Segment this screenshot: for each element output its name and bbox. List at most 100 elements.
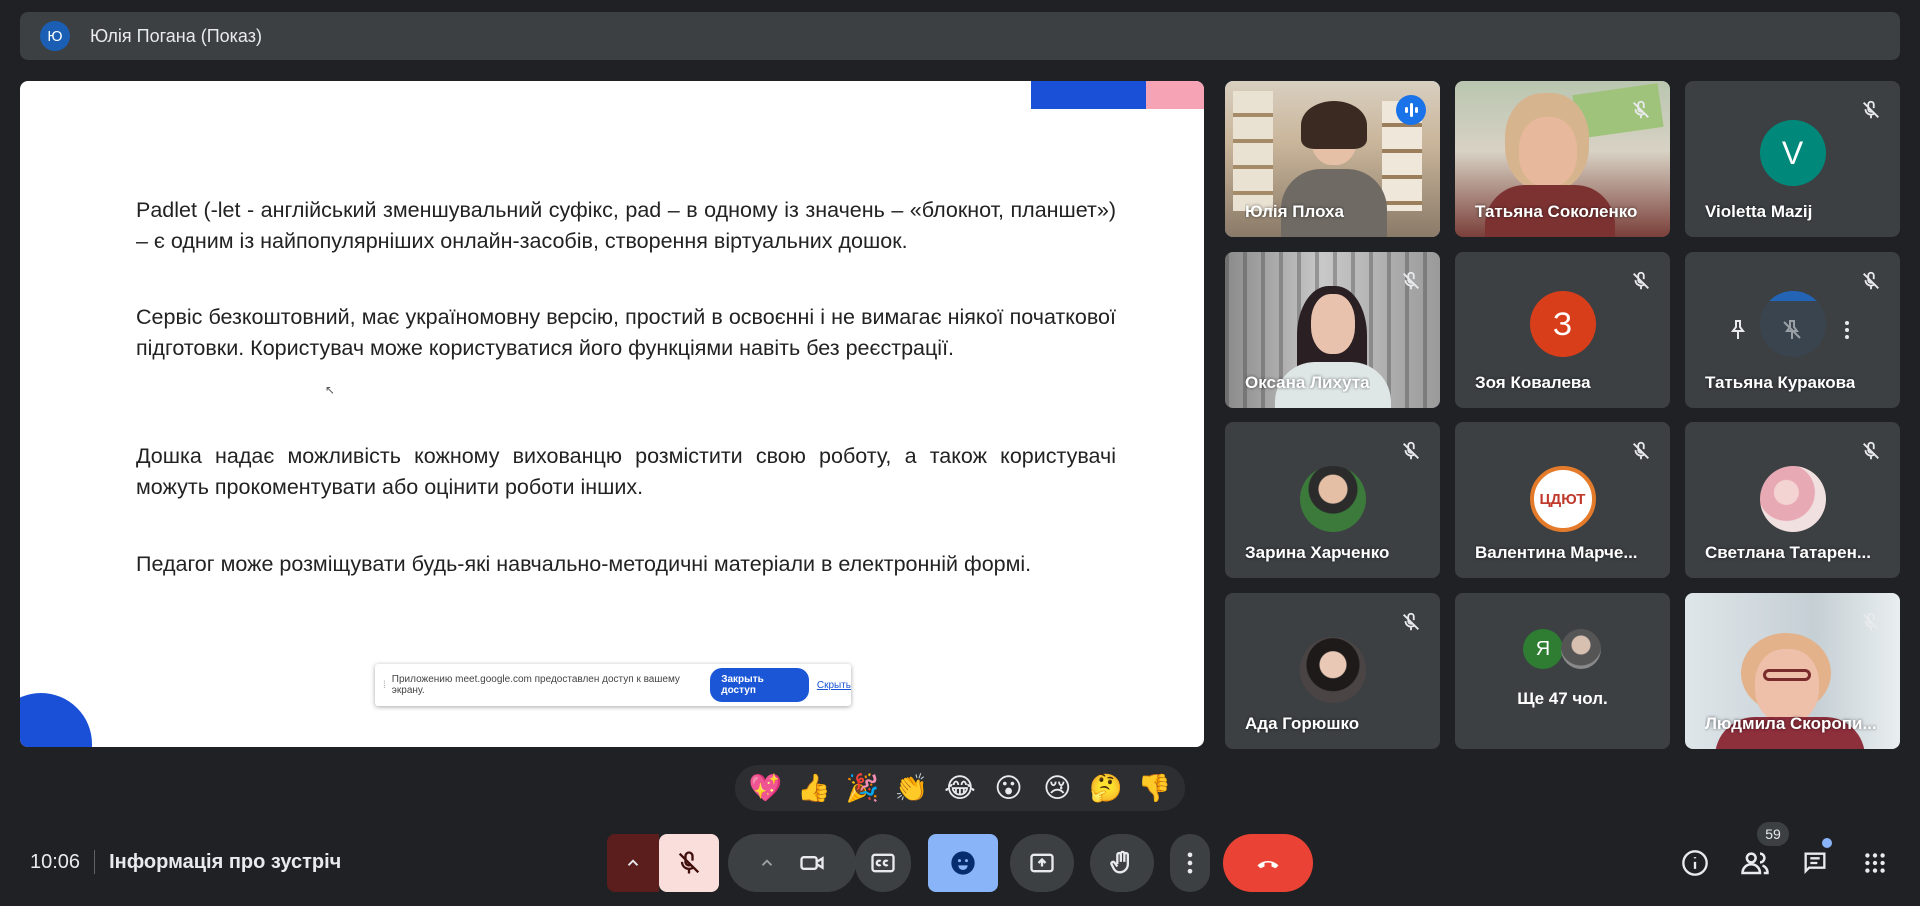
participant-name: Татьяна Куракова [1705, 373, 1856, 392]
reaction-thumbs-down-button[interactable]: 👎 [1135, 772, 1175, 804]
chat-notification-dot [1822, 838, 1832, 848]
more-options-icon[interactable] [1835, 318, 1859, 342]
slide-paragraph: Дошка надає можливість кожному вихованцю… [136, 444, 1116, 499]
chevron-up-icon [627, 859, 639, 866]
divider [94, 850, 96, 874]
speaking-indicator-icon [1396, 95, 1426, 125]
participant-tile[interactable]: Татьяна Куракова [1685, 252, 1900, 408]
slide-decoration-blue [1031, 81, 1146, 109]
camera-control-group [728, 834, 856, 892]
participant-tile[interactable]: Людмила Скоропи... [1685, 593, 1900, 749]
participant-tile[interactable]: Татьяна Соколенко [1455, 81, 1670, 237]
present-screen-button[interactable] [1010, 834, 1074, 892]
mic-off-icon [1863, 100, 1879, 119]
shared-screen: Padlet (-let - англійський зменшувальний… [20, 81, 1204, 747]
participant-tile[interactable]: Зарина Харченко [1225, 422, 1440, 578]
mic-off-icon [1863, 612, 1879, 631]
participant-tile[interactable]: З Зоя Ковалева [1455, 252, 1670, 408]
drag-handle-icon[interactable]: ⁞ [383, 680, 386, 691]
avatar: ЦДЮТ [1529, 466, 1596, 532]
participant-name: Violetta Mazij [1705, 202, 1813, 221]
participant-name: Татьяна Соколенко [1475, 202, 1638, 221]
meeting-footer-info: 10:06 Інформація про зустріч [30, 850, 341, 874]
avatar [1759, 466, 1826, 532]
participant-tile[interactable]: Светлана Татарен... [1685, 422, 1900, 578]
slide-paragraph: Padlet (-let - англійський зменшувальний… [136, 198, 1116, 253]
avatar: V [1759, 120, 1826, 186]
participant-name: Юлія Плоха [1245, 202, 1344, 221]
more-participants-tile[interactable]: Я Ще 47 чол. [1455, 593, 1670, 749]
participant-name: Светлана Татарен... [1705, 543, 1872, 562]
pin-icon[interactable] [1726, 318, 1750, 342]
microphone-toggle-button[interactable] [659, 834, 719, 892]
avatar [1561, 629, 1601, 669]
present-icon [1030, 853, 1054, 873]
mouse-cursor-icon: ↖ [325, 383, 336, 397]
stop-sharing-button[interactable]: Закрыть доступ [710, 668, 809, 702]
people-icon [1741, 852, 1769, 875]
mic-off-icon [678, 851, 700, 874]
participant-name: Ада Горюшко [1245, 714, 1360, 733]
reaction-party-button[interactable]: 🎉 [843, 772, 883, 804]
unpin-icon[interactable] [1780, 318, 1804, 342]
avatar [1299, 466, 1366, 532]
mic-off-icon [1633, 271, 1649, 290]
audio-options-button[interactable] [607, 834, 659, 892]
mic-off-icon [1863, 271, 1879, 290]
participant-name: Людмила Скоропи... [1705, 714, 1877, 733]
participant-tile[interactable]: V Violetta Mazij [1685, 81, 1900, 237]
share-message: Приложению meet.google.com предоставлен … [391, 674, 680, 696]
chevron-up-icon[interactable] [758, 854, 776, 872]
mic-off-icon [1403, 612, 1419, 631]
info-icon [1682, 850, 1708, 876]
avatar: Я [1523, 629, 1563, 669]
presenter-bar: Ю Юлія Погана (Показ) [20, 12, 1900, 60]
chat-button[interactable] [1800, 848, 1830, 878]
more-participants-label: Ще 47 чол. [1517, 689, 1608, 708]
meeting-details-button[interactable] [1680, 848, 1710, 878]
participant-name: Зоя Ковалева [1475, 373, 1591, 392]
reaction-heart-button[interactable]: 💖 [745, 772, 785, 804]
leave-call-button[interactable] [1223, 834, 1313, 892]
reactions-button[interactable] [928, 834, 998, 892]
participant-tile[interactable]: ЦДЮТ Валентина Марче... [1455, 422, 1670, 578]
hang-up-icon [1257, 860, 1279, 869]
reaction-clap-button[interactable]: 👏 [891, 772, 931, 804]
slide-paragraph: Педагог може розміщувати будь-які навчал… [136, 552, 1032, 576]
slide-paragraph: Сервіс безкоштовний, має україномовну ве… [136, 305, 1116, 360]
meeting-info-link[interactable]: Інформація про зустріч [109, 851, 341, 874]
participant-name: Зарина Харченко [1245, 543, 1390, 562]
participant-tile[interactable]: Ада Горюшко [1225, 593, 1440, 749]
participant-name: Валентина Марче... [1475, 543, 1638, 562]
camera-icon[interactable] [798, 849, 826, 877]
slide-decoration-pink [1146, 81, 1204, 109]
mic-off-icon [1863, 441, 1879, 460]
activities-button[interactable] [1860, 848, 1890, 878]
avatar: З [1529, 291, 1596, 357]
participant-tile[interactable]: Юлія Плоха [1225, 81, 1440, 237]
people-button[interactable] [1740, 848, 1770, 878]
apps-grid-icon [1865, 853, 1885, 873]
hide-link[interactable]: Скрыть [817, 680, 851, 691]
clock: 10:06 [30, 850, 81, 873]
reactions-bar: 💖 👍 🎉 👏 😂 😮 😢 🤔 👎 [735, 765, 1185, 811]
captions-button[interactable] [855, 834, 911, 892]
screen-share-notification: ⁞ Приложению meet.google.com предоставле… [375, 664, 851, 706]
more-options-button[interactable] [1170, 834, 1210, 892]
reaction-thumbs-up-button[interactable]: 👍 [794, 772, 834, 804]
people-count-badge: 59 [1757, 822, 1789, 846]
slide-decoration-circle [20, 693, 92, 747]
raise-hand-button[interactable] [1090, 834, 1154, 892]
reaction-sad-button[interactable]: 😢 [1037, 773, 1077, 804]
reaction-surprised-button[interactable]: 😮 [989, 773, 1029, 804]
participant-name: Оксана Лихута [1245, 373, 1370, 392]
hand-icon [1110, 850, 1129, 874]
more-vert-icon [1187, 852, 1193, 874]
reaction-thinking-button[interactable]: 🤔 [1086, 772, 1126, 804]
reaction-laugh-button[interactable]: 😂 [940, 773, 980, 804]
mic-off-icon [1403, 271, 1419, 290]
tile-actions-menu [1711, 301, 1874, 359]
presenter-label: Юлія Погана (Показ) [90, 25, 262, 46]
chat-icon [1804, 852, 1826, 874]
participant-tile[interactable]: Оксана Лихута [1225, 252, 1440, 408]
